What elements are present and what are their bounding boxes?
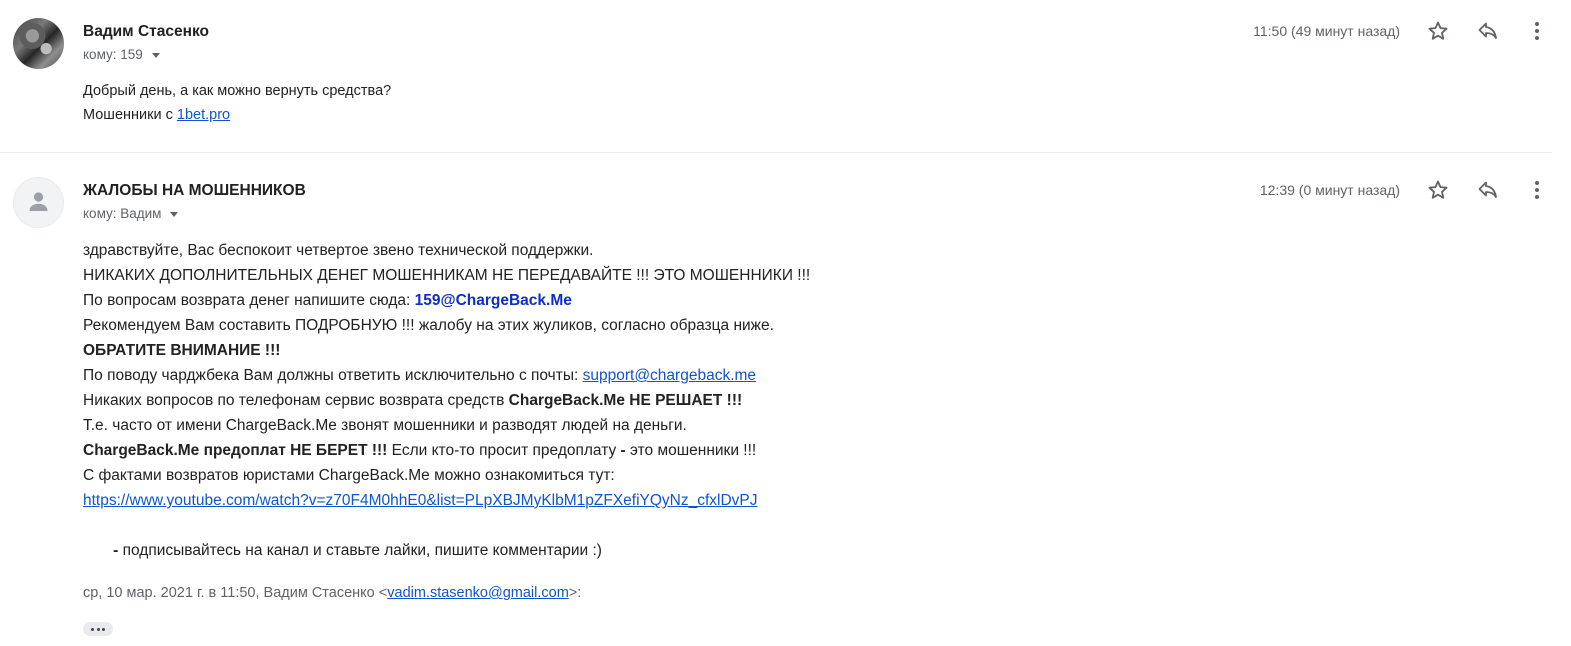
more-vert-icon[interactable] [1525,178,1549,202]
person-icon [29,192,48,211]
body-line: ChargeBack.Me предоплат НЕ БЕРЕТ !!! Есл… [83,438,810,463]
youtube-link[interactable]: https://www.youtube.com/watch?v=z70F4M0h… [83,492,758,509]
message-time: 11:50 (49 минут назад) [1253,23,1400,39]
body-text: это мошенники !!! [625,442,757,459]
sender-avatar[interactable] [13,18,64,69]
caret-down-icon[interactable] [151,53,160,58]
body-line: Т.е. часто от имени ChargeBack.Me звонят… [83,417,687,434]
quoted-header: ср, 10 мар. 2021 г. в 11:50, Вадим Стасе… [83,585,581,601]
body-line: Никаких вопросов по телефонам сервис воз… [83,388,810,413]
support-email-link[interactable]: support@chargeback.me [583,367,756,384]
ellipsis-dot [101,627,105,631]
star-icon[interactable] [1426,19,1450,43]
body-line: здравствуйте, Вас беспокоит четвертое зв… [83,242,594,259]
show-trimmed-content-button[interactable] [83,622,113,636]
body-text: Мошенники с [83,107,177,123]
body-text-bold: ChargeBack.Me НЕ РЕШАЕТ !!! [508,392,743,409]
ellipsis-icon [91,627,95,631]
body-line: По поводу чарджбека Вам должны ответить … [83,363,810,388]
body-line-bold: ОБРАТИТЕ ВНИМАНИЕ !!! [83,342,281,359]
reply-icon[interactable] [1476,19,1500,43]
message-time: 12:39 (0 минут назад) [1259,182,1400,198]
body-line: https://www.youtube.com/watch?v=z70F4M0h… [83,488,810,513]
body-text: Никаких вопросов по телефонам сервис воз… [83,392,509,409]
recipient-label: кому: Вадим [83,206,162,221]
body-line: - подписывайтесь на канал и ставьте лайк… [83,513,810,588]
recipient-toggle[interactable]: кому: Вадим [83,206,179,221]
sender-name[interactable]: Вадим Стасенко [83,23,209,41]
body-text-bold: ChargeBack.Me предоплат НЕ БЕРЕТ !!! [83,442,388,459]
contact-email: 159@ChargeBack.Me [414,292,572,309]
caret-down-icon[interactable] [170,212,179,217]
quote-email-link[interactable]: vadim.stasenko@gmail.com [387,585,569,601]
body-text: По поводу чарджбека Вам должны ответить … [83,367,583,384]
quote-text: ср, 10 мар. 2021 г. в 11:50, Вадим Стасе… [83,585,388,601]
link-1bet[interactable]: 1bet.pro [177,107,230,123]
body-line: С фактами возвратов юристами ChargeBack.… [83,467,615,484]
body-line: НИКАКИХ ДОПОЛНИТЕЛЬНЫХ ДЕНЕГ МОШЕННИКАМ … [83,267,811,284]
sender-name[interactable]: ЖАЛОБЫ НА МОШЕННИКОВ [83,182,306,200]
body-text: По вопросам возврата денег напишите сюда… [83,292,415,309]
ellipsis-dot [96,627,100,631]
body-line: Рекомендуем Вам составить ПОДРОБНУЮ !!! … [83,317,774,334]
message-1: Вадим Стасенко кому: 159 11:50 (49 минут… [0,0,1571,152]
recipient-toggle[interactable]: кому: 159 [83,47,160,62]
message-body: Добрый день, а как можно вернуть средств… [83,79,391,127]
more-vert-icon[interactable] [1525,19,1549,43]
body-text: Если кто-то просит предоплату [387,442,621,459]
reply-icon[interactable] [1476,178,1500,202]
body-line: Мошенники с 1bet.pro [83,103,391,127]
star-icon[interactable] [1426,178,1450,202]
message-body: здравствуйте, Вас беспокоит четвертое зв… [83,238,810,588]
body-line: По вопросам возврата денег напишите сюда… [83,288,810,313]
quote-text: >: [568,585,582,601]
body-text-bold: - [108,542,119,559]
recipient-label: кому: 159 [83,47,143,62]
body-text: подписывайтесь на канал и ставьте лайки,… [118,542,602,559]
sender-avatar[interactable] [13,177,64,228]
body-line: Добрый день, а как можно вернуть средств… [83,83,392,99]
message-2: ЖАЛОБЫ НА МОШЕННИКОВ кому: Вадим 12:39 (… [0,153,1571,646]
